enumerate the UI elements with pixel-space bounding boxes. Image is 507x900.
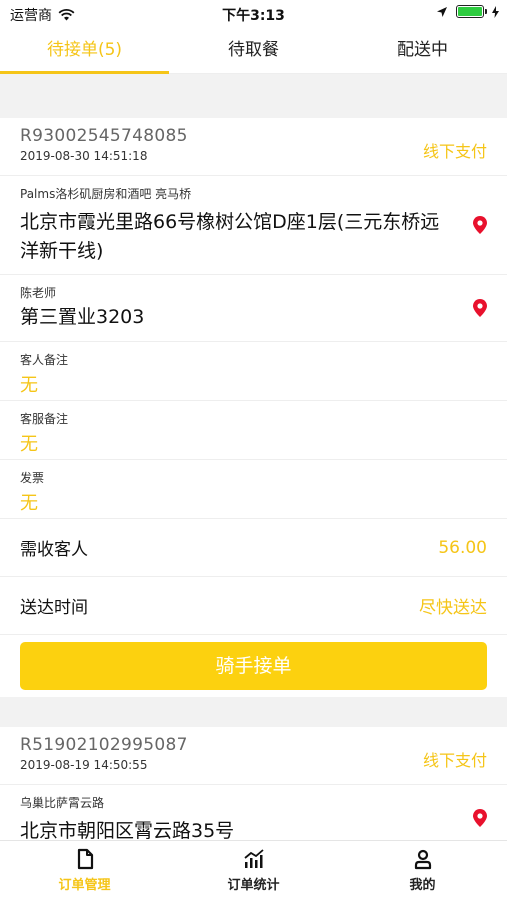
pickup-restaurant: 乌巢比萨霄云路 [20,796,105,810]
order-date: 2019-08-30 14:51:18 [20,149,148,163]
order-number: R51902102995087 [20,735,188,755]
order-status-tabs: 待接单(5) 待取餐 配送中 [0,28,507,74]
bar-chart-icon [243,849,264,868]
nav-label: 订单统计 [227,878,280,893]
tab-delivering[interactable]: 配送中 [338,28,507,73]
service-note-label: 客服备注 [20,412,69,426]
invoice-label: 发票 [20,471,45,485]
tab-pending[interactable]: 待接单(5) [0,28,169,74]
payment-method: 线下支付 [422,142,487,161]
guest-note-value: 无 [20,375,38,396]
tab-awaiting-pickup[interactable]: 待取餐 [169,28,338,73]
payment-method: 线下支付 [422,751,487,770]
customer-name: 陈老师 [20,286,57,300]
pickup-address: 北京市霞光里路66号橡树公馆D座1层(三元东桥远洋新干线) [20,211,440,262]
status-bar: 运营商 下午3:13 [0,0,507,28]
nav-label: 我的 [409,878,436,893]
order-card: R51902102995087 2019-08-19 14:50:55 线下支付… [0,727,507,840]
collect-amount-row: 需收客人 56.00 [0,519,507,577]
collect-amount-value: 56.00 [438,537,487,558]
order-header: R51902102995087 2019-08-19 14:50:55 线下支付 [0,727,507,785]
delivery-time-label: 送达时间 [20,598,88,618]
customer-block: 陈老师 第三置业3203 [0,275,507,342]
accept-button-wrap: 骑手接单 [0,635,507,697]
collect-amount-label: 需收客人 [20,540,88,560]
order-date: 2019-08-19 14:50:55 [20,758,148,772]
document-icon [77,848,93,870]
service-note: 客服备注 无 [0,401,507,460]
service-note-value: 无 [20,434,38,455]
nav-order-management[interactable]: 订单管理 [0,841,169,900]
user-icon [414,849,431,870]
map-pin-icon[interactable] [473,216,487,234]
guest-note-label: 客人备注 [20,353,69,367]
battery-fill [458,7,482,16]
nav-label: 订单管理 [58,878,111,893]
pickup-restaurant: Palms洛杉矶厨房和酒吧 亮马桥 [20,187,192,201]
status-right [436,5,499,18]
pickup-address: 北京市朝阳区霄云路35号 [20,820,235,840]
delivery-time-row: 送达时间 尽快送达 [0,577,507,635]
map-pin-icon[interactable] [473,809,487,827]
delivery-time-value: 尽快送达 [419,598,487,618]
location-arrow-icon [437,6,447,17]
card-spacer [0,697,507,727]
order-header: R93002545748085 2019-08-30 14:51:18 线下支付 [0,118,507,176]
customer-address: 第三置业3203 [20,306,145,328]
order-number: R93002545748085 [20,126,188,146]
bottom-tab-bar: 订单管理 订单统计 我的 [0,840,507,900]
accept-order-button[interactable]: 骑手接单 [20,642,487,690]
nav-order-statistics[interactable]: 订单统计 [169,841,338,900]
pickup-block: 乌巢比萨霄云路 北京市朝阳区霄云路35号 [0,785,507,840]
order-card: R93002545748085 2019-08-30 14:51:18 线下支付… [0,118,507,697]
list-top-spacer [0,74,507,118]
map-pin-icon[interactable] [473,299,487,317]
nav-profile[interactable]: 我的 [338,841,507,900]
invoice-note: 发票 无 [0,460,507,519]
battery-icon [456,5,487,18]
order-list[interactable]: R93002545748085 2019-08-30 14:51:18 线下支付… [0,74,507,840]
status-time: 下午3:13 [222,8,285,24]
guest-note: 客人备注 无 [0,342,507,401]
charging-icon [492,5,499,18]
pickup-block: Palms洛杉矶厨房和酒吧 亮马桥 北京市霞光里路66号橡树公馆D座1层(三元东… [0,176,507,275]
invoice-value: 无 [20,493,38,514]
